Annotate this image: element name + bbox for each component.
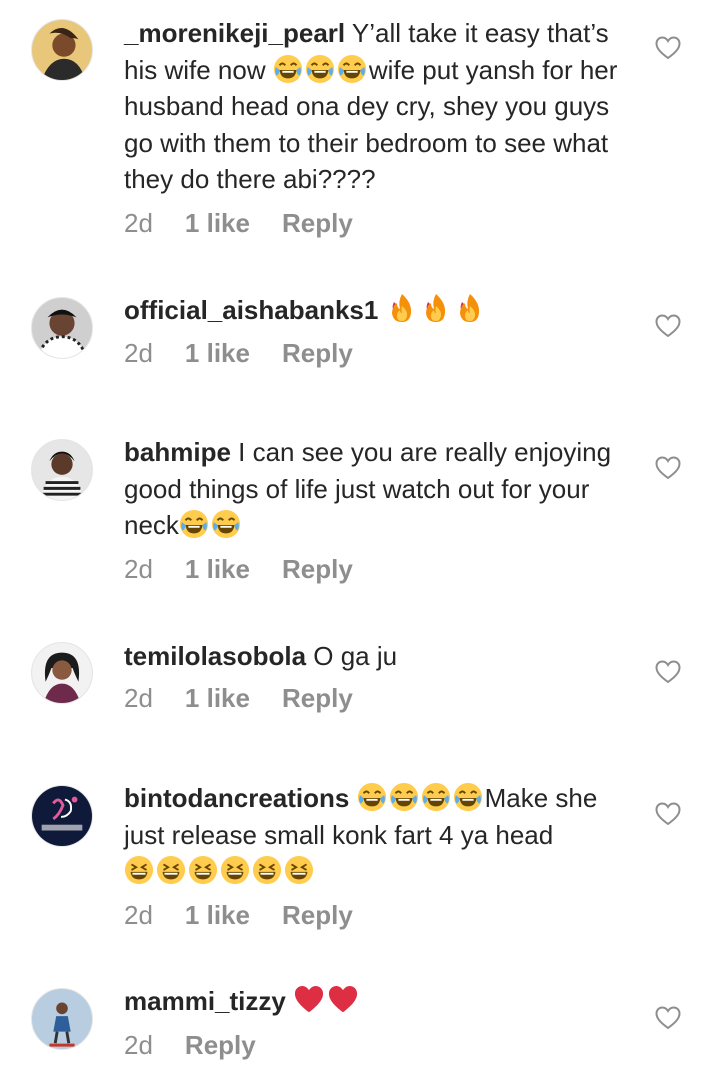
laugh-emoji-icon: [273, 54, 303, 84]
reply-button[interactable]: Reply: [282, 900, 353, 931]
comment-time: 2d: [124, 683, 153, 713]
comment-text: bintodancreations Make she just release …: [124, 780, 644, 890]
comment-body-part: [378, 295, 385, 325]
heart-outline-icon[interactable]: [655, 456, 681, 480]
comment-text: mammi_tizzy: [124, 983, 644, 1020]
avatar[interactable]: [31, 297, 93, 359]
comment-text: _morenikeji_pearl Y’all take it easy tha…: [124, 15, 644, 198]
comment-time: 2d: [124, 554, 153, 584]
comment-meta: 2d Reply: [124, 1030, 256, 1061]
avatar[interactable]: [31, 988, 93, 1050]
like-count[interactable]: 1 like: [185, 554, 250, 585]
comment-time: 2d: [124, 208, 153, 238]
grin-emoji-icon: [284, 855, 314, 885]
fire-emoji-icon: [454, 292, 486, 324]
laugh-emoji-icon: [179, 509, 209, 539]
comment-meta: 2d 1 like Reply: [124, 338, 353, 369]
comment-text: official_aishabanks1: [124, 292, 644, 329]
comment-body-part: [349, 783, 356, 813]
comment-meta: 2d 1 like Reply: [124, 683, 353, 714]
comment-text: bahmipe I can see you are really enjoyin…: [124, 434, 644, 544]
comment-meta: 2d 1 like Reply: [124, 900, 353, 931]
laugh-emoji-icon: [357, 782, 387, 812]
avatar[interactable]: [31, 642, 93, 704]
comment-meta: 2d 1 like Reply: [124, 208, 353, 239]
comment-username[interactable]: _morenikeji_pearl: [124, 18, 345, 48]
laugh-emoji-icon: [421, 782, 451, 812]
heart-emoji-icon: [327, 985, 359, 1015]
fire-emoji-icon: [386, 292, 418, 324]
laugh-emoji-icon: [389, 782, 419, 812]
grin-emoji-icon: [124, 855, 154, 885]
like-count[interactable]: 1 like: [185, 900, 250, 931]
laugh-emoji-icon: [305, 54, 335, 84]
heart-outline-icon[interactable]: [655, 36, 681, 60]
reply-button[interactable]: Reply: [282, 208, 353, 239]
heart-emoji-icon: [293, 985, 325, 1015]
reply-button[interactable]: Reply: [185, 1030, 256, 1061]
fire-emoji-icon: [420, 292, 452, 324]
comment-time: 2d: [124, 1030, 153, 1060]
comment-username[interactable]: mammi_tizzy: [124, 986, 286, 1016]
comment-body-part: [286, 986, 293, 1016]
laugh-emoji-icon: [337, 54, 367, 84]
reply-button[interactable]: Reply: [282, 338, 353, 369]
heart-outline-icon[interactable]: [655, 802, 681, 826]
comment-time: 2d: [124, 338, 153, 368]
grin-emoji-icon: [252, 855, 282, 885]
grin-emoji-icon: [156, 855, 186, 885]
comment-text: temilolasobola O ga ju: [124, 638, 644, 675]
comment-time: 2d: [124, 900, 153, 930]
comment-username[interactable]: bintodancreations: [124, 783, 349, 813]
comment-username[interactable]: official_aishabanks1: [124, 295, 378, 325]
comment-meta: 2d 1 like Reply: [124, 554, 353, 585]
comment-username[interactable]: temilolasobola: [124, 641, 306, 671]
reply-button[interactable]: Reply: [282, 554, 353, 585]
avatar[interactable]: [31, 785, 93, 847]
avatar[interactable]: [31, 439, 93, 501]
grin-emoji-icon: [220, 855, 250, 885]
comment-body-part: O ga ju: [306, 641, 398, 671]
heart-outline-icon[interactable]: [655, 660, 681, 684]
heart-outline-icon[interactable]: [655, 314, 681, 338]
laugh-emoji-icon: [211, 509, 241, 539]
like-count[interactable]: 1 like: [185, 208, 250, 239]
like-count[interactable]: 1 like: [185, 338, 250, 369]
reply-button[interactable]: Reply: [282, 683, 353, 714]
avatar[interactable]: [31, 19, 93, 81]
comment-username[interactable]: bahmipe: [124, 437, 231, 467]
grin-emoji-icon: [188, 855, 218, 885]
laugh-emoji-icon: [453, 782, 483, 812]
like-count[interactable]: 1 like: [185, 683, 250, 714]
heart-outline-icon[interactable]: [655, 1006, 681, 1030]
